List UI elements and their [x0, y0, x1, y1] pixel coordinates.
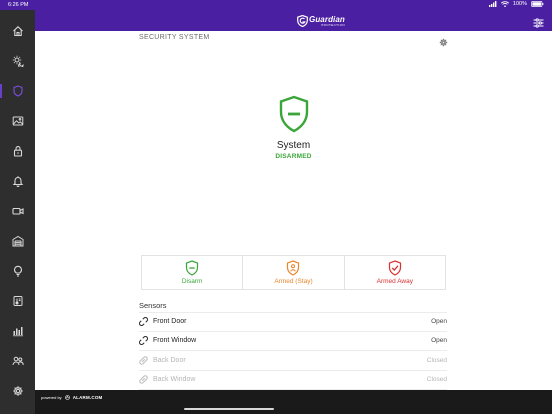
link-closed-icon [139, 356, 148, 365]
sidebar-item-locks[interactable] [0, 139, 35, 163]
armed-away-shield-icon [388, 260, 401, 276]
status-bar: 6:26 PM 100% [0, 0, 552, 10]
system-status: DISARMED [275, 153, 312, 160]
sensor-row-back-window[interactable]: Back Window Closed [139, 371, 447, 390]
sensor-name: Back Door [153, 356, 186, 364]
garage-icon [12, 235, 23, 247]
sensors-heading: Sensors [139, 301, 167, 310]
sensor-state: Closed [426, 376, 447, 384]
brand-logo: Guardian PROTECTION [297, 13, 345, 29]
disarm-shield-icon [186, 260, 199, 276]
sidebar-item-garage[interactable] [0, 229, 35, 253]
sidebar-item-video[interactable] [0, 199, 35, 223]
sidebar-item-images[interactable] [0, 109, 35, 133]
video-camera-icon [11, 207, 24, 215]
home-indicator[interactable] [184, 408, 274, 410]
home-icon [12, 26, 23, 37]
sensor-name: Back Window [153, 376, 196, 384]
armed-away-label: Armed Away [376, 278, 413, 285]
gear-icon [439, 38, 448, 47]
security-settings-button[interactable] [439, 34, 448, 52]
status-time: 6:26 PM [8, 2, 29, 8]
sidebar-item-thermostat[interactable] [0, 289, 35, 313]
sun-moon-icon [12, 55, 23, 67]
sidebar-item-users[interactable] [0, 349, 35, 373]
brand-tagline: PROTECTION [321, 22, 345, 27]
powered-by-label: powered by [41, 395, 62, 400]
sensor-state: Open [431, 337, 447, 345]
disarm-label: Disarm [181, 278, 203, 285]
sensor-name: Front Window [153, 337, 197, 345]
armed-away-button[interactable]: Armed Away [345, 256, 445, 289]
image-icon [12, 116, 23, 126]
page-title: SECURITY SYSTEM [139, 34, 210, 41]
sensor-state: Closed [426, 356, 447, 364]
cellular-icon [488, 1, 497, 7]
users-icon [12, 356, 24, 366]
battery-percent: 100% [512, 1, 527, 7]
powered-by: powered by ALARM.COM [41, 395, 102, 400]
provider-name: ALARM.COM [72, 395, 103, 400]
armed-stay-label: Armed (Stay) [274, 278, 313, 285]
bar-chart-icon [12, 327, 23, 337]
sensor-state: Open [431, 318, 447, 326]
lightbulb-icon [13, 265, 22, 277]
sensor-name: Front Door [153, 318, 187, 326]
lock-icon [13, 146, 22, 157]
sidebar-item-settings[interactable] [0, 379, 35, 403]
disarmed-shield-icon [279, 95, 308, 133]
wifi-icon [500, 1, 509, 7]
sidebar [0, 10, 35, 414]
sidebar-item-security[interactable] [0, 79, 35, 103]
sensor-row-front-window[interactable]: Front Window Open [139, 332, 447, 351]
sidebar-item-lights[interactable] [0, 259, 35, 283]
armed-stay-shield-icon [287, 260, 300, 276]
alarm-logo-icon [64, 395, 70, 400]
main-content: SECURITY SYSTEM System DISARMED Disarm A… [35, 31, 552, 390]
thermostat-icon [13, 296, 22, 306]
app-header: Guardian PROTECTION [35, 10, 552, 31]
shield-icon [12, 85, 23, 97]
sliders-menu-icon [533, 18, 544, 28]
link-open-icon [139, 336, 148, 346]
footer: powered by ALARM.COM [35, 390, 552, 414]
sensor-row-front-door[interactable]: Front Door Open [139, 312, 447, 332]
guardian-logo-icon [297, 15, 308, 27]
battery-icon [531, 1, 544, 7]
sidebar-item-reports[interactable] [0, 319, 35, 343]
bell-icon [12, 176, 23, 187]
sidebar-item-energy[interactable] [0, 49, 35, 73]
system-label: System [276, 140, 311, 151]
link-open-icon [139, 317, 148, 327]
disarm-button[interactable]: Disarm [142, 256, 244, 289]
sensor-list: Front Door Open Front Window Open Back D… [139, 312, 447, 390]
system-status-panel: System DISARMED [35, 95, 552, 160]
status-indicators: 100% [488, 1, 544, 7]
link-closed-icon [139, 375, 148, 384]
sidebar-item-notifications[interactable] [0, 169, 35, 193]
armed-stay-button[interactable]: Armed (Stay) [243, 256, 345, 289]
gear-icon [12, 386, 23, 396]
sensor-row-back-door[interactable]: Back Door Closed [139, 351, 447, 371]
arming-controls: Disarm Armed (Stay) Armed Away [141, 255, 446, 290]
sidebar-item-home[interactable] [0, 19, 35, 43]
